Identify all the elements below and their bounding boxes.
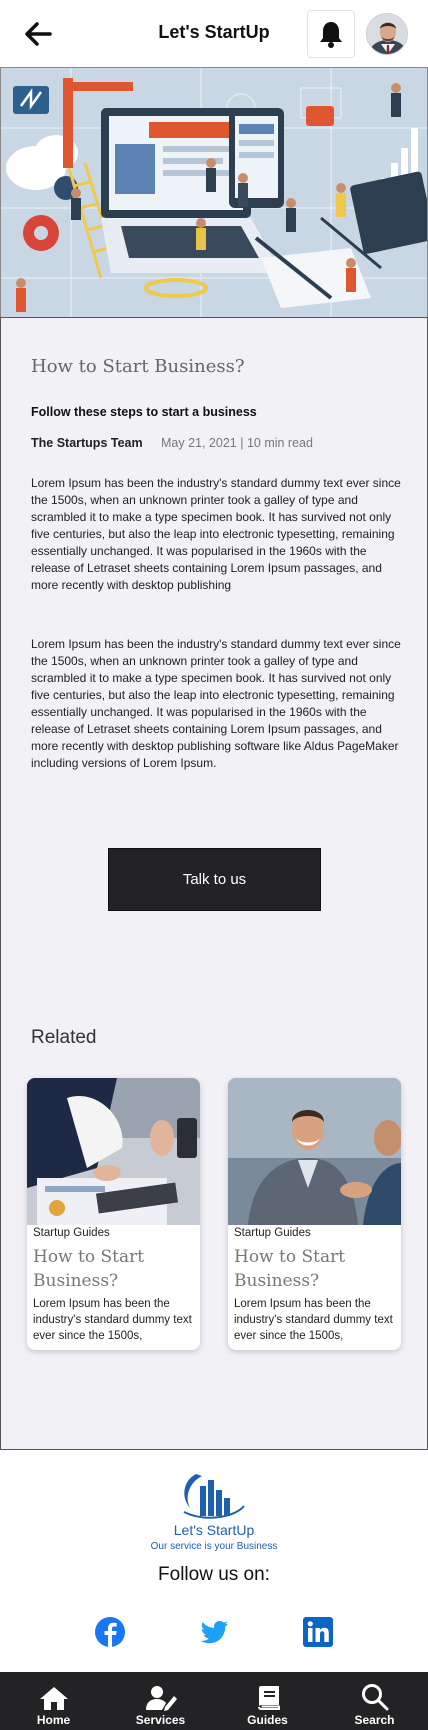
search-icon xyxy=(361,1684,388,1711)
related-card[interactable]: Startup Guides How to Start Business? Lo… xyxy=(228,1078,401,1350)
article-author[interactable]: The Startups Team xyxy=(31,436,143,450)
follow-us-label: Follow us on: xyxy=(158,1564,270,1585)
related-card[interactable]: Startup Guides How to Start Business? Lo… xyxy=(27,1078,200,1350)
arrow-left-icon[interactable] xyxy=(22,18,54,50)
article-meta: May 21, 2021 | 10 min read xyxy=(161,436,313,450)
app-screen: Let's StartUp How to Start Business? Fol… xyxy=(0,0,428,1730)
brand-name: Let's StartUp xyxy=(173,1522,255,1538)
related-section: Related Startup Guides How to Start Busi… xyxy=(0,970,428,1450)
card-category: Startup Guides xyxy=(234,1227,311,1239)
book-icon xyxy=(257,1686,280,1710)
nav-search[interactable]: Search xyxy=(321,1672,428,1730)
brand-slogan: Our service is your Business xyxy=(150,1541,278,1552)
article-paragraph: Lorem Ipsum has been the industry's stan… xyxy=(31,637,401,770)
nav-label: Services xyxy=(135,1713,186,1727)
twitter-icon[interactable] xyxy=(198,1616,230,1648)
article-section: How to Start Business? Follow these step… xyxy=(0,317,428,971)
home-icon xyxy=(39,1687,68,1710)
app-title: Let's StartUp xyxy=(158,22,270,42)
facebook-icon[interactable] xyxy=(94,1616,126,1648)
card-title[interactable]: How to Start Business? xyxy=(234,1245,394,1293)
card-title[interactable]: How to Start Business? xyxy=(33,1245,193,1293)
article-paragraph: Lorem Ipsum has been the industry's stan… xyxy=(31,476,401,592)
top-header: Let's StartUp xyxy=(0,0,428,67)
nav-label: Home xyxy=(36,1713,71,1727)
related-heading: Related xyxy=(31,1027,97,1048)
card-excerpt: Lorem Ipsum has been the industry's stan… xyxy=(234,1298,393,1342)
bell-icon xyxy=(320,22,342,48)
card-excerpt: Lorem Ipsum has been the industry's stan… xyxy=(33,1298,192,1342)
avatar[interactable] xyxy=(366,13,408,55)
bottom-navigation: Home Services Guides Search xyxy=(0,1672,428,1730)
card-image xyxy=(27,1078,200,1225)
talk-to-us-button[interactable]: Talk to us xyxy=(108,848,321,911)
nav-guides[interactable]: Guides xyxy=(214,1672,321,1730)
services-icon xyxy=(145,1686,177,1711)
linkedin-icon[interactable] xyxy=(302,1616,334,1648)
hero-illustration xyxy=(0,67,428,317)
nav-services[interactable]: Services xyxy=(107,1672,214,1730)
article-title: How to Start Business? xyxy=(31,356,245,377)
nav-label: Search xyxy=(354,1713,395,1727)
article-subtitle: Follow these steps to start a business xyxy=(31,405,257,419)
card-image xyxy=(228,1078,401,1225)
card-category: Startup Guides xyxy=(33,1227,110,1239)
nav-label: Guides xyxy=(247,1713,288,1727)
notification-button[interactable] xyxy=(307,10,355,58)
nav-home[interactable]: Home xyxy=(0,1672,107,1730)
footer: Let's StartUp Our service is your Busine… xyxy=(0,1450,428,1672)
